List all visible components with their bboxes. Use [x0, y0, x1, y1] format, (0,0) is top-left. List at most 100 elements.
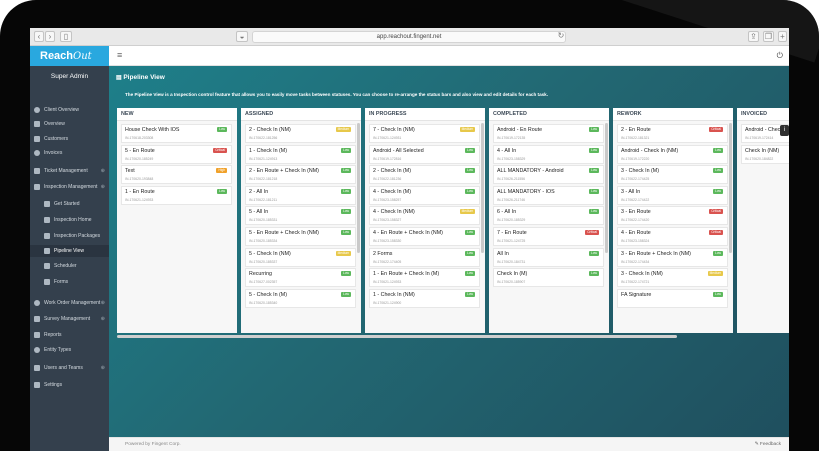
task-card[interactable]: House Check With IOS IN-170618-203308 Low — [121, 124, 232, 143]
task-id: IN-170623-158330 — [373, 239, 402, 243]
priority-badge: Low — [217, 188, 227, 194]
task-card[interactable]: 5 - En Route IN-170620-185249 Critical — [121, 144, 232, 164]
info-icon[interactable]: i — [780, 125, 789, 136]
task-card[interactable]: Recurring IN-170627-002357 Low — [245, 268, 356, 288]
sidebar-item-users-and-teams[interactable]: Users and Teams ⊕ — [30, 362, 109, 374]
task-card[interactable]: 5 - Check In (NM) IN-170620-185337 Medium — [245, 247, 356, 267]
url-bar[interactable]: app.reachout.fingent.net — [252, 31, 566, 43]
task-title: 5 - En Route — [125, 147, 155, 154]
share-icon[interactable]: ⇪ — [748, 31, 759, 42]
task-card[interactable]: 1 - En Route + Check In (M) IN-170621-124… — [369, 268, 480, 288]
sidebar-item-get-started[interactable]: Get Started — [30, 198, 109, 210]
sidebar-item-settings[interactable]: Settings — [30, 379, 109, 391]
task-card[interactable]: 3 - All In IN-170622-174422 Low — [617, 185, 728, 205]
column-scrollbar[interactable] — [605, 123, 608, 253]
sidebar-item-survey-management[interactable]: Survey Management ⊕ — [30, 313, 109, 325]
task-card[interactable]: 2 Forms IN-170622-174405 Low — [369, 247, 480, 267]
task-card[interactable]: 3 - Check In (M) IN-170622-174425 Low — [617, 165, 728, 185]
task-title: 5 - All In — [249, 209, 269, 216]
task-card[interactable]: 4 - Check In (NM) IN-170623-158327 Medium — [369, 206, 480, 226]
task-card[interactable]: 2 - Check In (NM) IN-170622-181256 Medium — [245, 124, 356, 143]
priority-badge: Medium — [459, 127, 475, 132]
task-card[interactable]: 3 - En Route IN-170622-174420 Critical — [617, 206, 728, 226]
forward-icon[interactable]: › — [45, 31, 55, 42]
column-header[interactable]: IN PROGRESS — [365, 108, 485, 121]
task-card[interactable]: 4 - En Route IN-170623-158324 Critical — [617, 227, 728, 246]
task-card[interactable]: 7 - En Route IN-170621-124725 Critical — [493, 227, 604, 246]
task-card[interactable]: Android - Check In (NM) IN-170619-172220 L… — [617, 144, 728, 164]
reload-icon[interactable]: ↻ — [557, 31, 565, 42]
task-card[interactable]: 4 - Check In (M) IN-170623-158257 Low — [369, 185, 480, 205]
logo-script: Out — [73, 51, 92, 62]
task-card[interactable]: 2 - Check In (M) IN-170622-181236 Low — [369, 165, 480, 185]
task-card[interactable]: 2 - All In IN-170622-181211 Low — [245, 185, 356, 205]
task-card[interactable]: 1 - Check In (M) IN-170621-124913 Low — [245, 144, 356, 164]
task-card[interactable]: Check In (NM) IN-170620-184822 — [741, 144, 789, 164]
task-card[interactable]: 2 - En Route IN-170622-181321 Critical — [617, 124, 728, 143]
sidebar-item-customers[interactable]: Customers — [30, 133, 109, 145]
horizontal-scrollbar[interactable] — [117, 335, 677, 338]
sidebar-item-inspection-management[interactable]: Inspection Management ⊕ — [30, 181, 109, 193]
column-header[interactable]: REWORK — [613, 108, 733, 121]
task-card[interactable]: Text IN-170620-193848 High — [121, 165, 232, 185]
feedback-link[interactable]: ✎ Feedback — [755, 442, 781, 447]
sidebar-item-scheduler[interactable]: Scheduler — [30, 260, 109, 272]
task-card[interactable]: ALL MANDATORY - IOS IN-170626-211746 Low — [493, 185, 604, 205]
sidebar-item-work-order-management[interactable]: Work Order Management ⊕ — [30, 297, 109, 309]
sidebar-item-reports[interactable]: Reports — [30, 329, 109, 341]
sidebar-item-ticket-management[interactable]: Ticket Management ⊕ — [30, 165, 109, 177]
column-scrollbar[interactable] — [357, 123, 360, 253]
back-icon[interactable]: ‹ — [34, 31, 44, 42]
task-id: IN-170623-158257 — [373, 197, 402, 202]
priority-badge: Low — [589, 188, 599, 194]
column-scrollbar[interactable] — [729, 123, 732, 253]
expand-icon[interactable]: ⊕ — [101, 165, 105, 177]
sidebar-item-client-overview[interactable]: Client Overview — [30, 104, 109, 116]
task-card[interactable]: Check In (M) IN-170620-185907 Low — [493, 268, 604, 288]
task-card[interactable]: FA Signature Low — [617, 288, 728, 308]
task-title: 3 - En Route — [621, 209, 651, 216]
sidebar-item-entity-types[interactable]: Entity Types — [30, 344, 109, 356]
column-header[interactable]: NEW — [117, 108, 237, 121]
expand-icon[interactable]: ⊕ — [101, 297, 105, 309]
priority-badge: Low — [341, 271, 351, 277]
task-card[interactable]: ALL MANDATORY - Android IN-170626-211556 L… — [493, 165, 604, 185]
task-card[interactable]: 4 - En Route + Check In (NM) IN-170623-15… — [369, 227, 480, 246]
task-card[interactable]: All In IN-170620-184731 Low — [493, 247, 604, 267]
sidebar-item-inspection-home[interactable]: Inspection Home — [30, 214, 109, 226]
sidebar-item-overview[interactable]: Overview — [30, 118, 109, 130]
tabs-icon[interactable]: ❐ — [763, 31, 774, 42]
task-card[interactable]: 5 - All In IN-170620-185331 Low — [245, 206, 356, 226]
task-card[interactable]: 3 - En Route + Check In (NM) IN-170622-17… — [617, 247, 728, 267]
column-scrollbar[interactable] — [481, 123, 484, 253]
task-card[interactable]: 1 - Check In (NM) IN-170621-124900 Low — [369, 288, 480, 308]
menu-icon[interactable]: ≡ — [117, 51, 122, 60]
column-header[interactable]: INVOICED — [737, 108, 789, 121]
sidebar-item-pipeline-view[interactable]: Pipeline View — [30, 245, 109, 257]
task-title: 3 - All In — [621, 188, 641, 195]
sidebar-item-inspection-packages[interactable]: Inspection Packages — [30, 230, 109, 242]
task-card[interactable]: 5 - En Route + Check In (NM) IN-170620-18… — [245, 227, 356, 246]
power-icon[interactable]: ⏻ — [777, 51, 783, 60]
expand-icon[interactable]: ⊕ — [101, 362, 105, 374]
task-card[interactable]: 6 - All In IN-170620-185329 Low — [493, 206, 604, 226]
logo[interactable]: ReachOut — [30, 46, 109, 66]
task-card[interactable]: 1 - En Route IN-170621-124933 Low — [121, 185, 232, 205]
expand-icon[interactable]: ⊕ — [101, 181, 105, 193]
task-card[interactable]: Android - En Route IN-170619-172135 Low — [493, 124, 604, 143]
task-card[interactable]: 7 - Check In (NM) IN-170621-124931 Medium — [369, 124, 480, 143]
task-card[interactable]: 3 - Check In (NM) IN-170622-174721 Medium — [617, 268, 728, 288]
shield-icon[interactable]: ◒ — [236, 31, 248, 42]
task-card[interactable]: Android - All Selected IN-170619-172816 Lo… — [369, 144, 480, 164]
task-card[interactable]: 5 - Check In (M) IN-170620-185340 Low — [245, 288, 356, 308]
sidebar-item-forms[interactable]: Forms — [30, 276, 109, 288]
expand-icon[interactable]: ⊕ — [101, 313, 105, 325]
sidebar-item-label: Inspection Home — [54, 217, 92, 223]
task-card[interactable]: 4 - All In IN-170623-158329 Low — [493, 144, 604, 164]
sidebar-item-invoices[interactable]: Invoices — [30, 147, 109, 159]
sidebar-toggle-icon[interactable]: ▯ — [60, 31, 72, 42]
new-tab-icon[interactable]: + — [778, 31, 787, 42]
task-card[interactable]: 2 - En Route + Check In (NM) IN-170622-18… — [245, 165, 356, 185]
column-header[interactable]: ASSIGNED — [241, 108, 361, 121]
column-header[interactable]: COMPLETED — [489, 108, 609, 121]
